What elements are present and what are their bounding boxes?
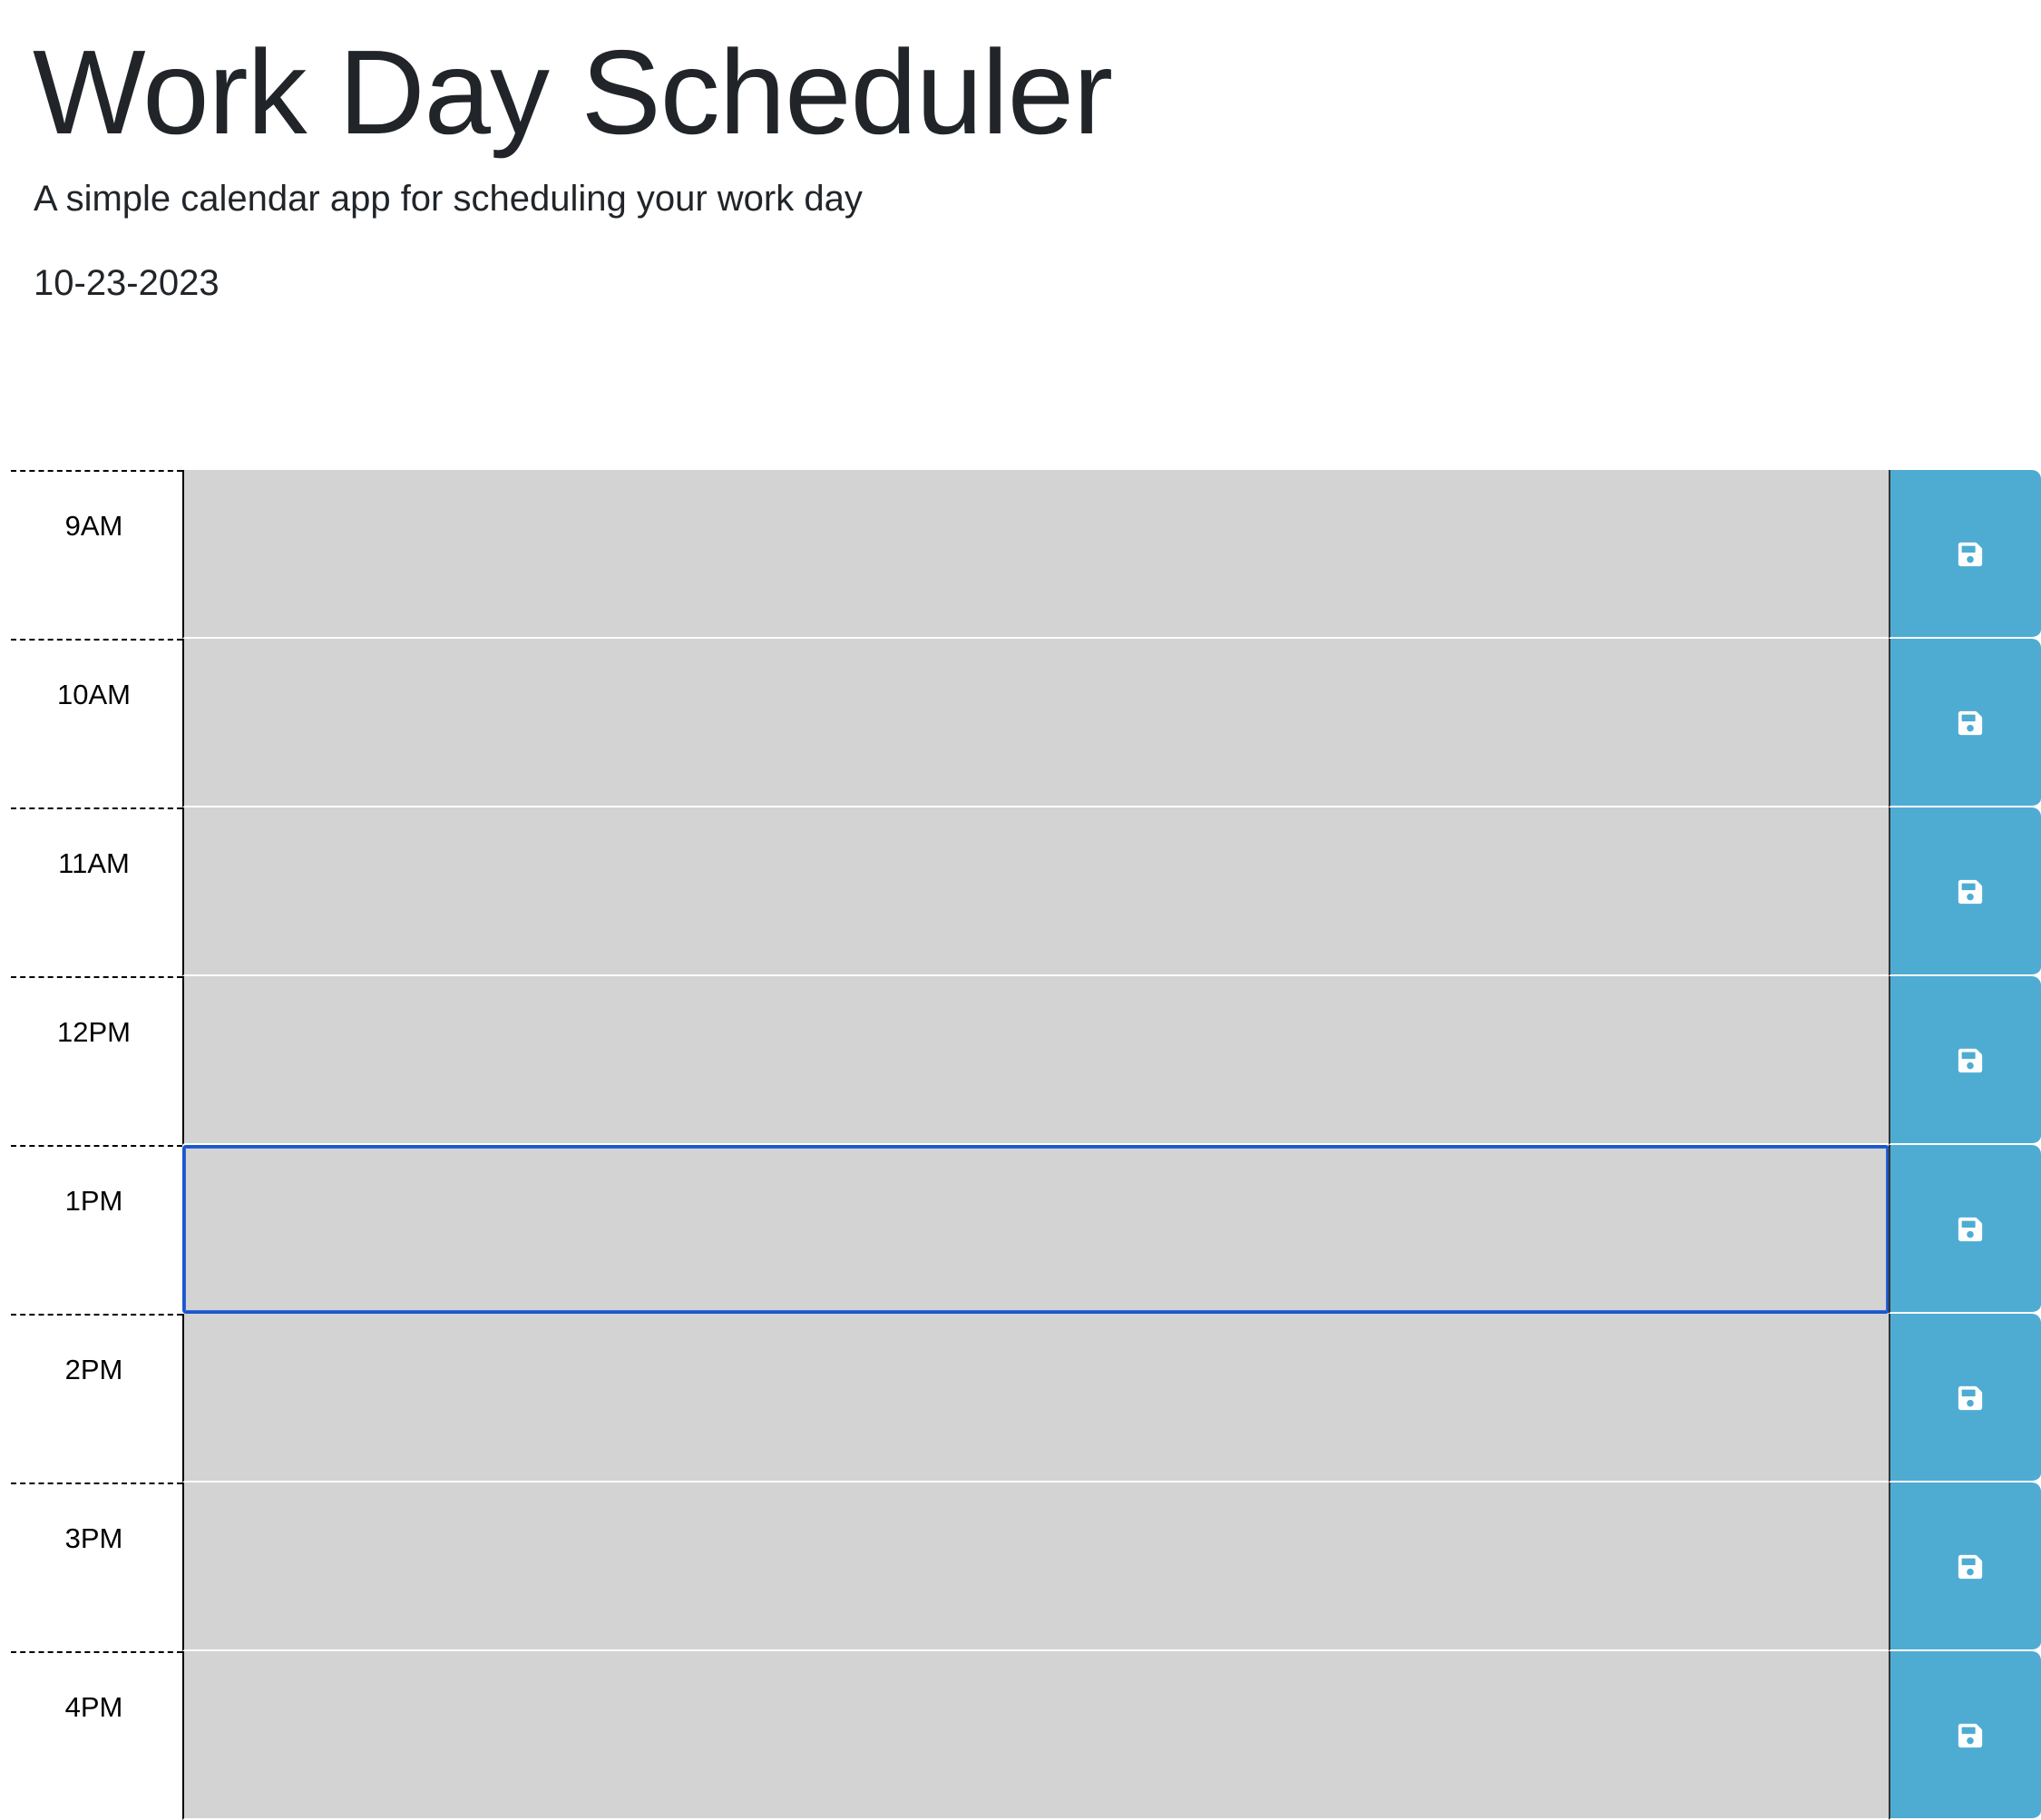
page-subtitle: A simple calendar app for scheduling you… bbox=[34, 179, 863, 219]
hour-text: 11AM bbox=[58, 847, 130, 879]
hour-label: 10AM bbox=[11, 639, 182, 807]
floppy-disk-icon bbox=[1958, 542, 1983, 567]
hour-label: 9AM bbox=[11, 470, 182, 639]
save-button[interactable] bbox=[1889, 1482, 2041, 1651]
event-description-input[interactable] bbox=[182, 1482, 1890, 1651]
hour-text: 9AM bbox=[64, 510, 123, 542]
event-description-input[interactable] bbox=[182, 639, 1890, 807]
event-description-input[interactable] bbox=[182, 1145, 1890, 1314]
hour-text: 10AM bbox=[57, 679, 131, 710]
save-button[interactable] bbox=[1889, 470, 2041, 639]
event-description-input[interactable] bbox=[182, 1651, 1890, 1820]
hour-label: 12PM bbox=[11, 976, 182, 1145]
time-block-row: 9AM bbox=[0, 470, 2041, 639]
event-description-input[interactable] bbox=[182, 807, 1890, 976]
floppy-disk-icon bbox=[1958, 710, 1983, 736]
time-block-row: 12PM bbox=[0, 976, 2041, 1145]
time-block-row: 2PM bbox=[0, 1314, 2041, 1482]
hour-text: 3PM bbox=[64, 1522, 123, 1554]
hour-text: 4PM bbox=[64, 1691, 123, 1723]
save-button[interactable] bbox=[1889, 976, 2041, 1145]
hour-label: 1PM bbox=[11, 1145, 182, 1314]
page-title: Work Day Scheduler bbox=[33, 25, 1113, 159]
event-description-input[interactable] bbox=[182, 1314, 1890, 1482]
hour-label: 11AM bbox=[11, 807, 182, 976]
time-block-row: 11AM bbox=[0, 807, 2041, 976]
time-block-row: 1PM bbox=[0, 1145, 2041, 1314]
floppy-disk-icon bbox=[1958, 879, 1983, 905]
hour-label: 2PM bbox=[11, 1314, 182, 1482]
floppy-disk-icon bbox=[1958, 1048, 1983, 1073]
save-button[interactable] bbox=[1889, 807, 2041, 976]
hour-text: 1PM bbox=[64, 1185, 123, 1217]
hour-text: 12PM bbox=[57, 1016, 131, 1048]
event-description-input[interactable] bbox=[182, 470, 1890, 639]
save-button[interactable] bbox=[1889, 1145, 2041, 1314]
floppy-disk-icon bbox=[1958, 1217, 1983, 1242]
schedule-container: 9AM 10AM 11AM 12PM 1PM 2PM 3PM 4PM bbox=[0, 470, 2041, 1820]
event-description-input[interactable] bbox=[182, 976, 1890, 1145]
time-block-row: 10AM bbox=[0, 639, 2041, 807]
save-button[interactable] bbox=[1889, 1651, 2041, 1820]
save-button[interactable] bbox=[1889, 1314, 2041, 1482]
hour-label: 4PM bbox=[11, 1651, 182, 1820]
time-block-row: 4PM bbox=[0, 1651, 2041, 1820]
hour-label: 3PM bbox=[11, 1482, 182, 1651]
floppy-disk-icon bbox=[1958, 1385, 1983, 1411]
current-date: 10-23-2023 bbox=[34, 263, 220, 303]
time-block-row: 3PM bbox=[0, 1482, 2041, 1651]
floppy-disk-icon bbox=[1958, 1723, 1983, 1748]
floppy-disk-icon bbox=[1958, 1554, 1983, 1580]
hour-text: 2PM bbox=[64, 1354, 123, 1385]
save-button[interactable] bbox=[1889, 639, 2041, 807]
